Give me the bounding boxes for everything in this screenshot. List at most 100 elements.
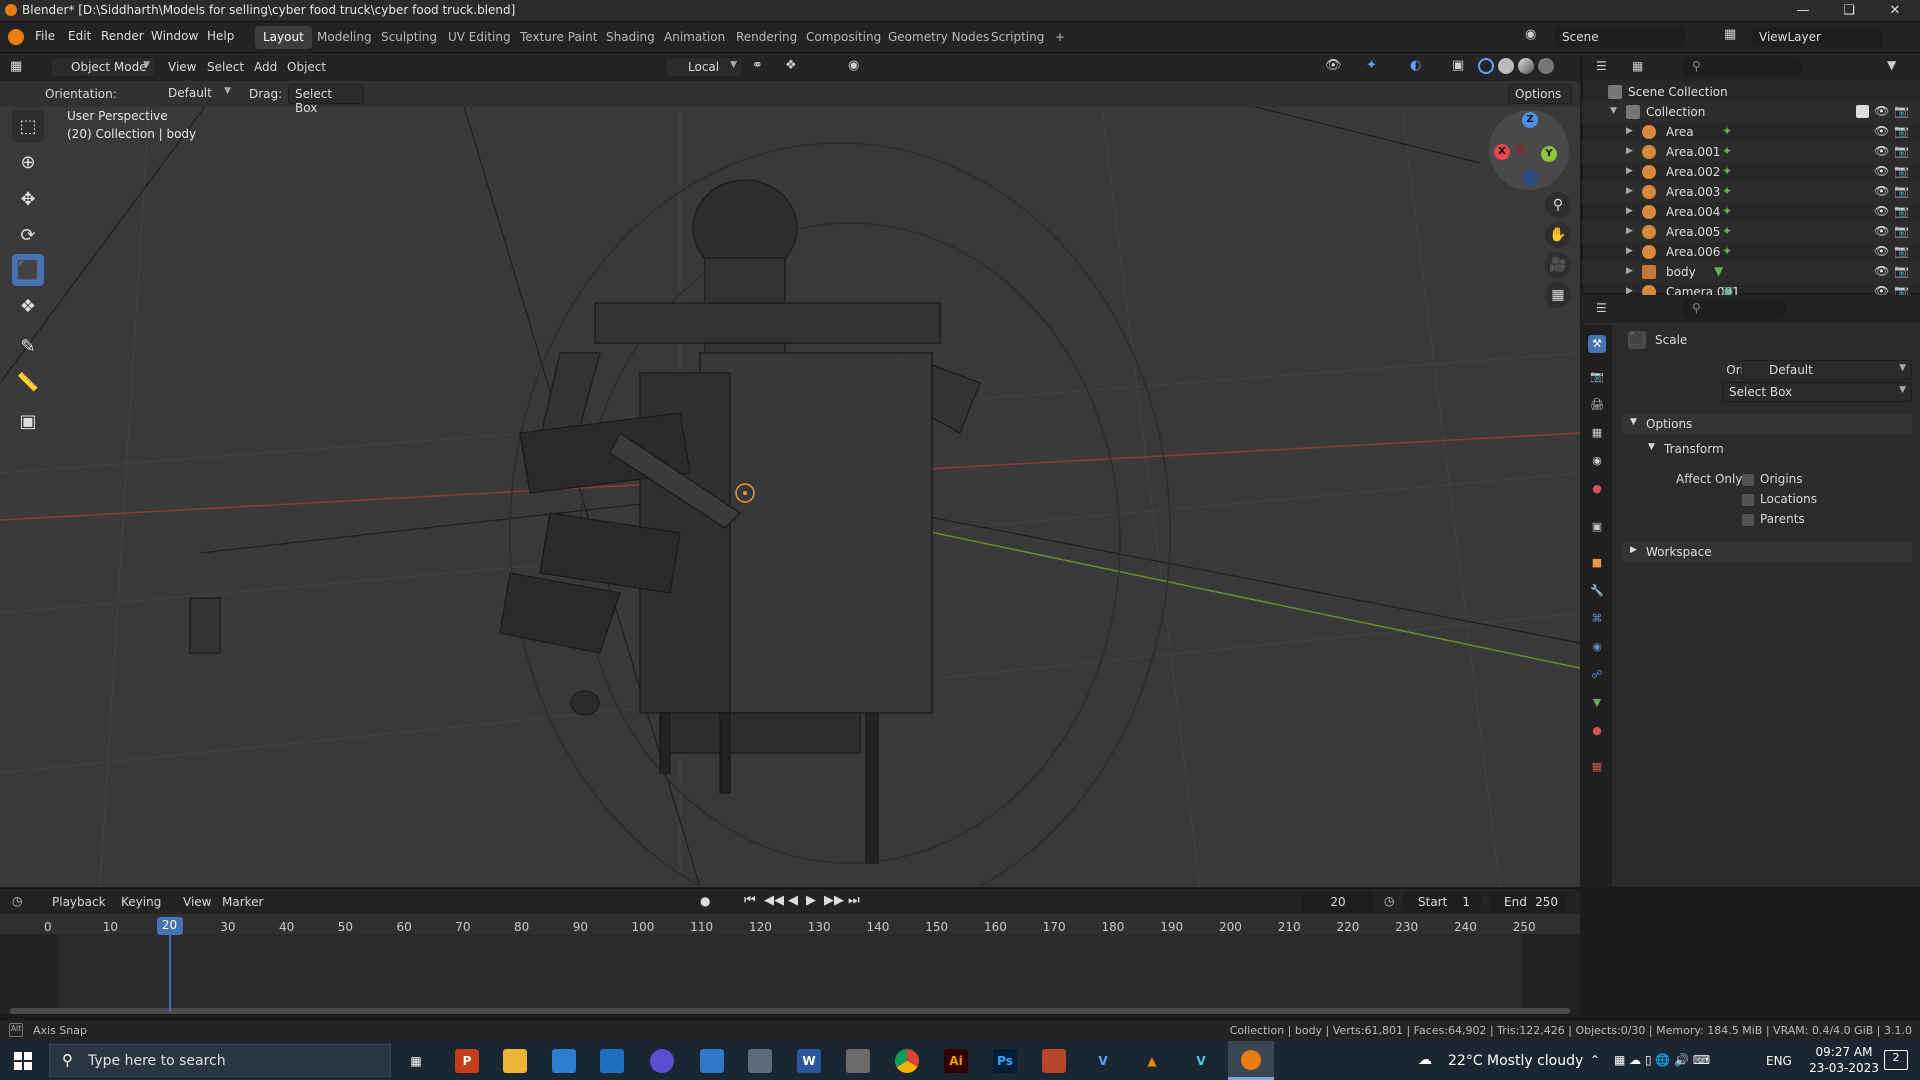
render-camera-icon[interactable]: 📷	[1894, 164, 1909, 178]
texture-tab-icon[interactable]: ▦	[1588, 758, 1606, 776]
expand-item-icon[interactable]: ▶	[1626, 126, 1633, 136]
auto-keying-icon[interactable]: ●	[700, 894, 710, 908]
wireframe-shading-icon[interactable]	[1478, 58, 1494, 74]
workspace-panel-header[interactable]: ▶ Workspace	[1622, 541, 1912, 563]
collection-tab-icon[interactable]: ▣	[1588, 518, 1606, 536]
app-icon-9[interactable]	[846, 1049, 870, 1073]
gizmo-z-axis[interactable]: Z	[1522, 112, 1538, 128]
tab-shading[interactable]: Shading	[598, 26, 663, 49]
gizmo-x-axis[interactable]: X	[1494, 144, 1510, 160]
app-icon-6[interactable]	[700, 1049, 724, 1073]
menu-help[interactable]: Help	[207, 29, 234, 43]
viewport-menu-add[interactable]: Add	[254, 60, 277, 74]
material-tab-icon[interactable]: ●	[1588, 722, 1606, 740]
end-frame-field[interactable]: End 250	[1489, 892, 1567, 912]
visibility-eye-icon[interactable]: 👁	[1874, 124, 1889, 138]
light-data-icon[interactable]: ✦	[1722, 224, 1732, 238]
cursor-tool[interactable]: ⊕	[12, 146, 44, 178]
tab-uv-editing[interactable]: UV Editing	[440, 26, 519, 49]
scene-selector[interactable]: Scene	[1555, 27, 1685, 47]
start-frame-field[interactable]: Start 1	[1403, 892, 1481, 912]
physics-tab-icon[interactable]: ◉	[1588, 638, 1606, 656]
outliner-item[interactable]: ▶ Area.002 ✦ 👁 📷	[1582, 162, 1920, 182]
outliner-item[interactable]: ▶ Area.005 ✦ 👁 📷	[1582, 222, 1920, 242]
ortho-toggle-icon[interactable]: ▦	[1545, 282, 1571, 308]
move-tool[interactable]: ✥	[12, 183, 44, 215]
outliner-item[interactable]: ▶ Area ✦ 👁 📷	[1582, 122, 1920, 142]
properties-editor-icon[interactable]: ☰	[1596, 301, 1607, 315]
collection-row[interactable]: ▼ Collection 👁 📷	[1582, 102, 1920, 122]
gizmo-neg-z[interactable]	[1522, 170, 1538, 186]
options-dropdown[interactable]: Options	[1508, 84, 1572, 104]
orientation-dropdown[interactable]: Default ▼	[140, 84, 236, 104]
tab-compositing[interactable]: Compositing	[798, 26, 889, 49]
transform-orientation-dropdown[interactable]: Local ▼	[665, 57, 743, 77]
display-mode-icon[interactable]: ▦	[1632, 59, 1643, 73]
pan-view-icon[interactable]: ✋	[1545, 222, 1571, 248]
object-tab-icon[interactable]: ■	[1588, 554, 1606, 572]
camera-view-icon[interactable]: 🎥	[1545, 252, 1571, 278]
expand-item-icon[interactable]: ▶	[1626, 206, 1633, 216]
visibility-eye-icon[interactable]: 👁	[1874, 244, 1889, 258]
scale-tool[interactable]: ⬛	[12, 254, 44, 286]
play-icon[interactable]: ▶	[806, 893, 816, 908]
props-drag-dropdown[interactable]: Select Box ▼	[1722, 382, 1912, 402]
particles-tab-icon[interactable]: ⌘	[1588, 610, 1606, 628]
world-tab-icon[interactable]: ●	[1588, 480, 1606, 498]
tool-tab-icon[interactable]: ⚒	[1588, 335, 1606, 353]
timeline-editor-icon[interactable]: ◷	[12, 894, 22, 908]
blender-taskbar-item[interactable]	[1228, 1041, 1274, 1080]
view-layer-tab-icon[interactable]: ▦	[1588, 424, 1606, 442]
data-tab-icon[interactable]: ▼	[1588, 694, 1606, 712]
preview-range-icon[interactable]: ◷	[1384, 894, 1394, 908]
viewport-menu-object[interactable]: Object	[287, 60, 326, 74]
gizmo-neg-x[interactable]	[1515, 144, 1525, 154]
measure-tool[interactable]: 📏	[12, 366, 44, 398]
collection-exclude-checkbox[interactable]	[1856, 105, 1869, 118]
expand-item-icon[interactable]: ▶	[1626, 266, 1633, 276]
show-hidden-icons[interactable]: ⌃	[1590, 1053, 1600, 1067]
illustrator-icon[interactable]: Ai	[944, 1049, 968, 1073]
viewport-menu-view[interactable]: View	[168, 60, 196, 74]
render-camera-icon[interactable]: 📷	[1894, 184, 1909, 198]
clock-date[interactable]: 23-03-2023	[1808, 1061, 1880, 1075]
properties-search-input[interactable]: ⚲	[1682, 299, 1787, 319]
close-window-button[interactable]: ✕	[1872, 0, 1918, 22]
visibility-eye-icon[interactable]: 👁	[1874, 224, 1889, 238]
tab-geometry-nodes[interactable]: Geometry Nodes	[880, 26, 997, 49]
visibility-eye-icon[interactable]: 👁	[1874, 144, 1889, 158]
app-icon-v1[interactable]: V	[1091, 1049, 1115, 1073]
transform-tool[interactable]: ❖	[12, 290, 44, 322]
weather-text[interactable]: 22°C Mostly cloudy	[1448, 1053, 1583, 1069]
editor-type-icon[interactable]: ▦	[10, 59, 22, 74]
collection-render-icon[interactable]: 📷	[1894, 104, 1909, 118]
prev-keyframe-icon[interactable]: ◀◀	[764, 893, 784, 908]
taskbar-search[interactable]: ⚲ Type here to search	[49, 1044, 391, 1077]
tab-scripting[interactable]: Scripting	[983, 26, 1052, 49]
expand-item-icon[interactable]: ▶	[1626, 146, 1633, 156]
outliner-item[interactable]: ▶ Area.001 ✦ 👁 📷	[1582, 142, 1920, 162]
app-icon-7[interactable]	[748, 1049, 772, 1073]
expand-item-icon[interactable]: ▶	[1626, 186, 1633, 196]
expand-item-icon[interactable]: ▶	[1626, 226, 1633, 236]
material-preview-icon[interactable]	[1518, 58, 1534, 74]
mesh-data-icon[interactable]: ▼	[1714, 264, 1723, 278]
render-camera-icon[interactable]: 📷	[1894, 224, 1909, 238]
mail-icon[interactable]	[552, 1049, 576, 1073]
visibility-eye-icon[interactable]: 👁	[1874, 164, 1889, 178]
output-tab-icon[interactable]: 🖨	[1588, 396, 1606, 414]
next-keyframe-icon[interactable]: ▶▶	[824, 893, 844, 908]
render-tab-icon[interactable]: 📷	[1588, 368, 1606, 386]
language-indicator[interactable]: ENG	[1766, 1054, 1792, 1068]
word-icon[interactable]: W	[797, 1049, 821, 1073]
menu-file[interactable]: File	[35, 29, 55, 43]
visibility-icon[interactable]: 👁	[1325, 58, 1342, 73]
scene-collection-row[interactable]: Scene Collection	[1582, 82, 1920, 102]
proportional-editing-icon[interactable]: ◉	[848, 58, 859, 73]
task-view-icon[interactable]: ▦	[404, 1049, 428, 1073]
render-camera-icon[interactable]: 📷	[1894, 144, 1909, 158]
xray-toggle-icon[interactable]: ▣	[1452, 58, 1464, 73]
origins-checkbox[interactable]	[1742, 474, 1754, 486]
menu-edit[interactable]: Edit	[68, 29, 91, 43]
file-explorer-icon[interactable]	[503, 1049, 527, 1073]
